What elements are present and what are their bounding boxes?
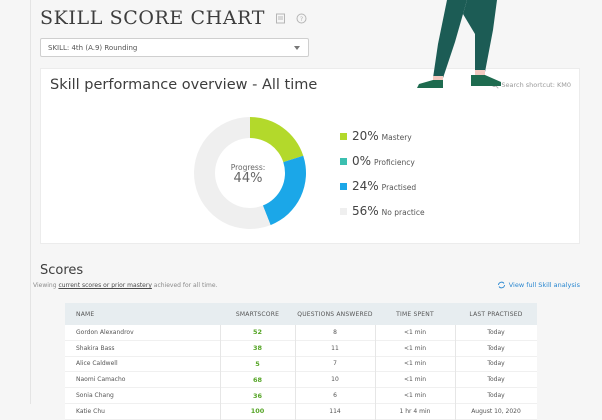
progress-donut-chart: Progress: 44% [194, 117, 306, 229]
questions-answered-value: 8 [333, 328, 337, 336]
smartscore-value: 36 [220, 392, 295, 400]
skill-select-value: SKILL: 4th (A.9) Rounding [48, 43, 138, 52]
last-practised-value: Today [487, 376, 505, 384]
time-spent-value: <1 min [403, 360, 427, 368]
smartscore-number: 52 [252, 328, 263, 337]
overview-title: Skill performance overview - All time [50, 77, 318, 93]
column-divider [375, 325, 376, 420]
scores-table: NAME SMARTSCORE QUESTIONS ANSWERED TIME … [65, 303, 537, 420]
scores-mode-link[interactable]: current scores or prior mastery [58, 282, 151, 289]
student-name[interactable]: Shakira Bass [65, 345, 220, 352]
last-practised-value: Today [487, 328, 505, 336]
donut-slice-practised [262, 155, 306, 226]
last-practised-value: Today [487, 360, 505, 368]
print-icon[interactable] [274, 12, 286, 24]
table-row[interactable]: Sonia Chang 36 6 <1 min Today [65, 388, 537, 404]
viewing-prefix: Viewing [33, 282, 59, 289]
legend-percent: 20% [352, 129, 379, 143]
smartscore-number: 5 [255, 359, 260, 368]
questions-answered-value: 11 [331, 344, 339, 352]
student-name[interactable]: Alice Caldwell [65, 360, 220, 367]
student-name[interactable]: Gordon Alexandrov [65, 329, 220, 336]
col-time-header[interactable]: TIME SPENT [375, 311, 455, 318]
legend-percent: 24% [352, 179, 379, 193]
legend-item: 0% Proficiency [340, 154, 425, 179]
title-row: SKILL SCORE CHART ? [40, 7, 307, 29]
last-practised-value: Today [487, 392, 505, 400]
col-smartscore-header[interactable]: SMARTSCORE [220, 311, 295, 318]
refresh-icon [497, 281, 505, 289]
smartscore-number: 38 [252, 344, 263, 353]
smartscore-number: 68 [252, 375, 263, 384]
smartscore-number: 100 [250, 407, 265, 416]
column-divider [220, 325, 221, 420]
legend-swatch [340, 158, 347, 165]
legend-label: No practice [381, 208, 425, 217]
last-practised-value: Today [487, 344, 505, 352]
legend-swatch [340, 183, 347, 190]
legend-swatch [340, 208, 347, 215]
questions-answered-value: 114 [329, 407, 341, 415]
legend-swatch [340, 133, 347, 140]
questions-answered-value: 6 [333, 392, 337, 400]
svg-text:?: ? [299, 14, 302, 22]
table-row[interactable]: Katie Chu 100 114 1 hr 4 min August 10, 2020 [65, 403, 537, 420]
donut-slice-mastery [250, 117, 304, 163]
table-row[interactable]: Naomi Camacho 68 10 <1 min Today [65, 372, 537, 389]
column-divider [295, 325, 296, 420]
time-spent-value: <1 min [403, 328, 427, 336]
col-last-practised-header[interactable]: LAST PRACTISED [455, 311, 537, 318]
time-spent-value: 1 hr 4 min [399, 407, 431, 415]
overview-card: Skill performance overview - All time Se… [40, 68, 580, 244]
smartscore-value: 5 [220, 360, 295, 368]
student-name[interactable]: Naomi Camacho [65, 376, 220, 383]
last-practised-value: August 10, 2020 [471, 407, 521, 415]
student-name[interactable]: Katie Chu [65, 408, 220, 415]
legend-label: Proficiency [374, 158, 415, 167]
table-body: Gordon Alexandrov 52 8 <1 min Today Shakira B… [65, 325, 537, 420]
smartscore-value: 68 [220, 376, 295, 384]
page-title: SKILL SCORE CHART [40, 7, 266, 29]
scores-description: Viewing current scores or prior mastery … [33, 282, 217, 289]
table-row[interactable]: Shakira Bass 38 11 <1 min Today [65, 340, 537, 357]
table-row[interactable]: Gordon Alexandrov 52 8 <1 min Today [65, 325, 537, 341]
help-icon[interactable]: ? [295, 12, 307, 24]
column-divider [455, 325, 456, 420]
student-name[interactable]: Sonia Chang [65, 392, 220, 399]
chart-legend: 20% Mastery 0% Proficiency 24% Practised 56% No… [340, 129, 425, 229]
scores-title: Scores [40, 263, 84, 278]
questions-answered-value: 7 [333, 360, 337, 368]
progress-value: 44% [234, 171, 263, 186]
skill-analysis-link[interactable]: View full Skill analysis [497, 281, 580, 289]
legend-item: 24% Practised [340, 179, 425, 204]
legend-item: 20% Mastery [340, 129, 425, 154]
table-row[interactable]: Alice Caldwell 5 7 <1 min Today [65, 356, 537, 373]
legend-label: Mastery [381, 133, 412, 142]
smartscore-number: 36 [252, 391, 263, 400]
student-illustration [417, 0, 501, 88]
time-spent-value: <1 min [403, 344, 427, 352]
smartscore-value: 38 [220, 344, 295, 352]
col-name-header[interactable]: NAME [65, 311, 220, 318]
col-questions-header[interactable]: QUESTIONS ANSWERED [295, 311, 375, 318]
legend-label: Practised [381, 183, 417, 192]
time-spent-value: <1 min [403, 376, 427, 384]
time-spent-value: <1 min [403, 392, 427, 400]
questions-answered-value: 10 [331, 376, 339, 384]
smartscore-value: 100 [220, 407, 295, 415]
legend-percent: 56% [352, 204, 379, 218]
chevron-down-icon [294, 46, 300, 50]
legend-percent: 0% [352, 154, 372, 168]
viewing-suffix: achieved for all time. [151, 282, 218, 289]
skill-select[interactable]: SKILL: 4th (A.9) Rounding [40, 38, 309, 57]
legend-item: 56% No practice [340, 204, 425, 229]
smartscore-value: 52 [220, 328, 295, 336]
table-header: NAME SMARTSCORE QUESTIONS ANSWERED TIME … [65, 303, 537, 325]
skill-analysis-link-text: View full Skill analysis [508, 281, 580, 289]
